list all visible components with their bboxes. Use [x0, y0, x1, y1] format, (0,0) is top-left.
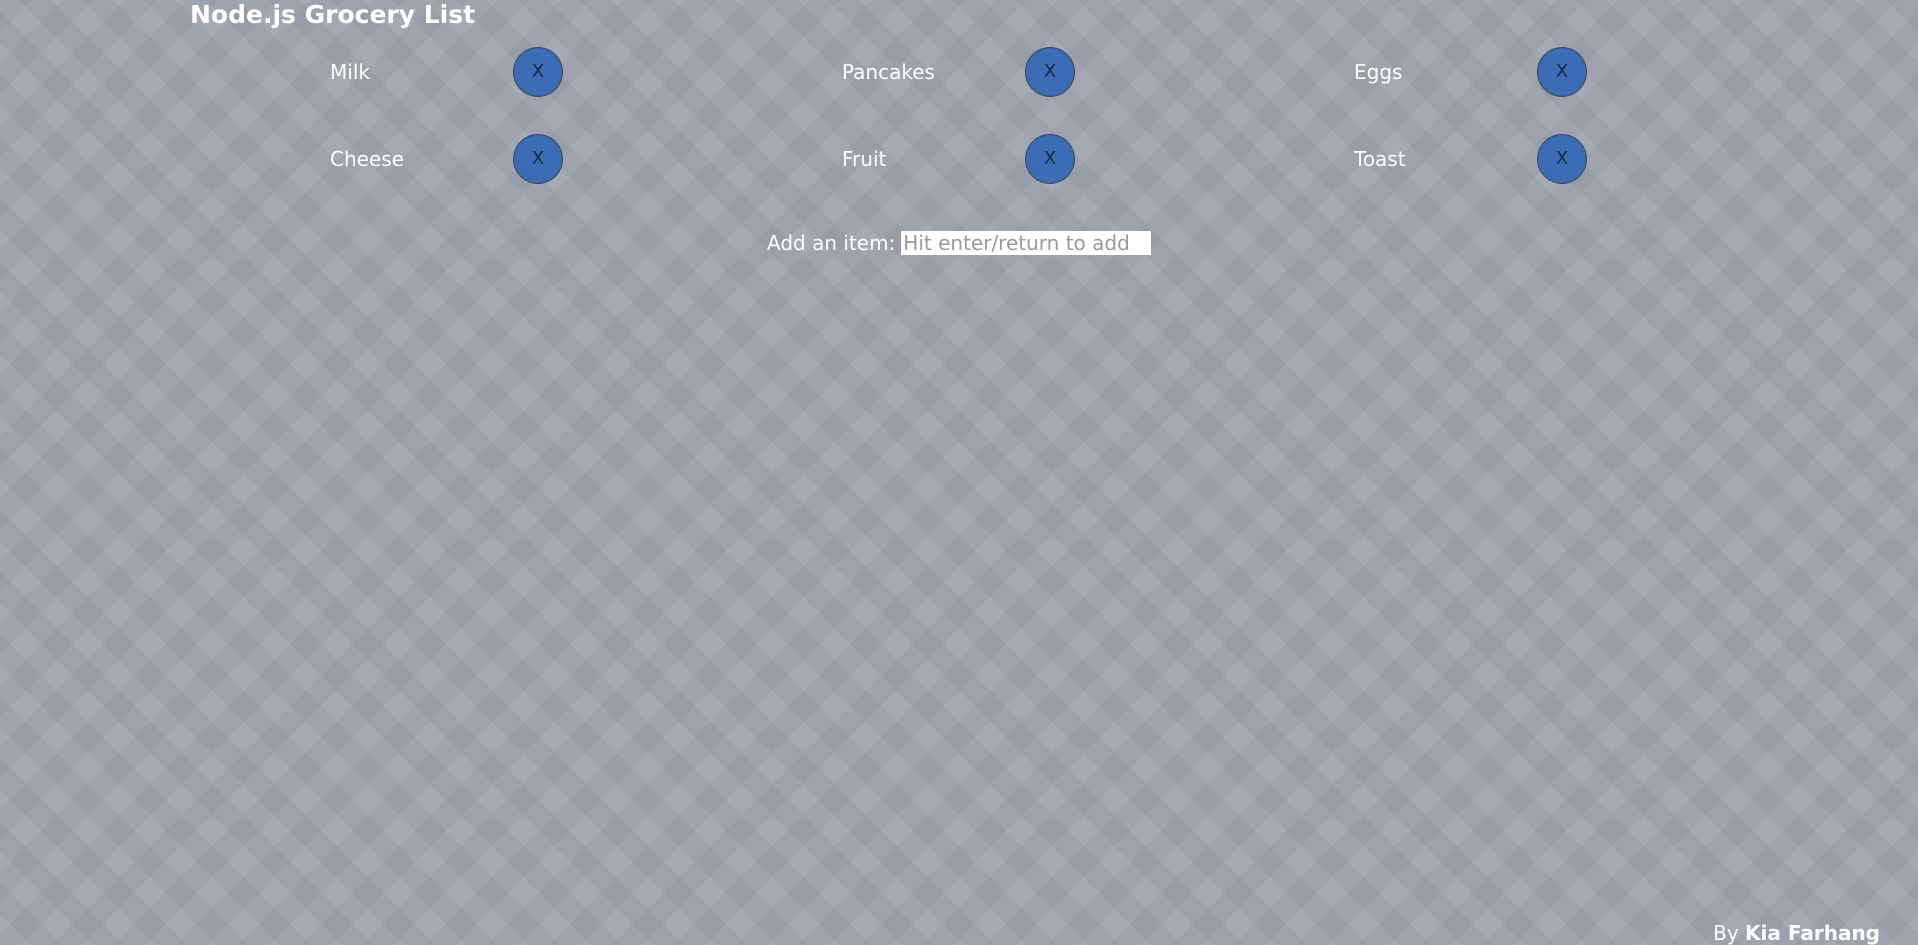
- grocery-item: Toast X: [1354, 134, 1604, 184]
- remove-item-button[interactable]: X: [1025, 134, 1075, 184]
- item-label: Pancakes: [842, 60, 935, 84]
- footer-credit: By Kia Farhang: [1713, 921, 1880, 945]
- grocery-list: Milk X Pancakes X Eggs X Cheese X Fruit …: [0, 0, 1918, 220]
- add-item-input[interactable]: [901, 231, 1152, 255]
- grocery-item: Milk X: [330, 47, 580, 97]
- grocery-item: Fruit X: [842, 134, 1092, 184]
- grocery-item: Eggs X: [1354, 47, 1604, 97]
- item-label: Fruit: [842, 147, 887, 171]
- add-item-row: Add an item:: [767, 230, 1152, 256]
- item-label: Milk: [330, 60, 370, 84]
- item-label: Toast: [1354, 147, 1406, 171]
- remove-item-button[interactable]: X: [1025, 47, 1075, 97]
- grocery-item: Pancakes X: [842, 47, 1092, 97]
- remove-item-button[interactable]: X: [1537, 134, 1587, 184]
- grocery-item: Cheese X: [330, 134, 580, 184]
- remove-item-button[interactable]: X: [1537, 47, 1587, 97]
- item-label: Cheese: [330, 147, 404, 171]
- footer-author: Kia Farhang: [1745, 921, 1880, 945]
- remove-item-button[interactable]: X: [513, 134, 563, 184]
- footer-prefix: By: [1713, 921, 1739, 945]
- item-label: Eggs: [1354, 60, 1403, 84]
- add-item-label: Add an item:: [767, 231, 896, 255]
- remove-item-button[interactable]: X: [513, 47, 563, 97]
